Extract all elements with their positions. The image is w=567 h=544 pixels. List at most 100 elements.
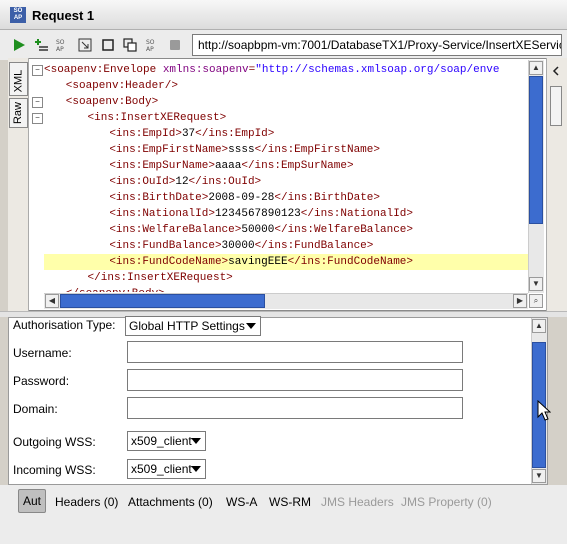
fold-toggle-icon[interactable]: − [32,97,43,108]
svg-text:AP: AP [56,46,64,53]
domain-field[interactable] [127,397,463,419]
fold-toggle-icon[interactable]: − [32,65,43,76]
authorisation-type-label: Authorisation Type: [13,318,116,332]
tab-headers[interactable]: Headers (0) [55,493,118,511]
outgoing-wss-label: Outgoing WSS: [13,435,96,449]
code-line[interactable]: <ins:BirthDate>2008-09-28</ins:BirthDate… [44,190,528,206]
scroll-up-icon[interactable]: ▲ [532,319,546,333]
code-token: <ins:NationalId> [109,208,215,220]
soap-logo-icon: SO AP [10,7,26,23]
xml-code-area[interactable]: <soapenv:Envelope xmlns:soapenv="http://… [44,60,528,292]
authorisation-type-select[interactable]: Global HTTP Settings [125,316,261,336]
chevron-down-icon [191,438,201,444]
code-token: 12 [175,176,189,188]
collapse-arrow-icon[interactable] [549,64,563,78]
code-line[interactable]: <ins:EmpFirstName>ssss</ins:EmpFirstName… [44,142,528,158]
code-token: 30000 [221,240,255,252]
editor-vertical-scroll-thumb[interactable] [529,76,543,224]
tab-jms-headers[interactable]: JMS Headers [321,493,394,511]
scroll-right-icon[interactable]: ▶ [513,294,527,308]
code-line[interactable]: <ins:EmpId>37</ins:EmpId> [44,126,528,142]
code-token: </soapenv:Body> [66,288,165,292]
code-token: </ins:OuId> [188,176,262,188]
code-token: aaaa [214,160,242,172]
zoom-icon[interactable]: ⌕ [529,294,543,308]
code-token: <ins:EmpId> [109,128,182,140]
code-line[interactable]: <ins:NationalId>1234567890123</ins:Natio… [44,206,528,222]
code-token: "http://schemas.xmlsoap.org/soap/enve [255,64,500,76]
tab-raw[interactable]: Raw [9,98,28,128]
scroll-left-icon[interactable]: ◀ [45,294,59,308]
endpoint-url-field[interactable]: http://soapbpm-vm:7001/DatabaseTX1/Proxy… [192,34,562,56]
tab-ws-rm[interactable]: WS-RM [269,493,311,511]
username-field[interactable] [127,341,463,363]
code-line[interactable]: <soapenv:Header/> [44,78,528,94]
tab-ws-a[interactable]: WS-A [226,493,257,511]
code-line[interactable]: <ins:InsertXERequest> [44,110,528,126]
code-line[interactable]: <ins:OuId>12</ins:OuId> [44,174,528,190]
code-line[interactable]: <soapenv:Body> [44,94,528,110]
code-token: </ins:FundCodeName> [287,256,413,268]
code-token: </ins:EmpId> [195,128,275,140]
code-line[interactable]: <ins:FundCodeName>savingEEE</ins:FundCod… [44,254,528,270]
code-token: ssss [228,144,255,156]
soap-icon[interactable]: SOAP [55,37,71,53]
mouse-cursor-icon [537,400,551,421]
code-line[interactable]: <ins:WelfareBalance>50000</ins:WelfareBa… [44,222,528,238]
tab-auth[interactable]: Aut [18,489,46,513]
tab-jms-property[interactable]: JMS Property (0) [401,493,492,511]
code-token: </ins:InsertXERequest> [87,272,233,284]
editor-horizontal-scroll-thumb[interactable] [60,294,265,308]
incoming-wss-select[interactable]: x509_client [127,459,206,479]
code-token: <ins:FundBalance> [109,240,222,252]
side-tab[interactable] [550,86,562,126]
code-line[interactable]: </ins:InsertXERequest> [44,270,528,286]
code-line[interactable]: </soapenv:Body> [44,286,528,292]
code-line[interactable]: <ins:EmpSurName>aaaa</ins:EmpSurName> [44,158,528,174]
outgoing-wss-select[interactable]: x509_client [127,431,206,451]
chevron-down-icon [246,323,256,329]
code-token: <ins:InsertXERequest> [87,112,227,124]
code-token: xmlns:soapenv [162,64,249,76]
username-label: Username: [13,346,72,360]
scroll-up-icon[interactable]: ▲ [529,61,543,75]
code-token: <ins:WelfareBalance> [109,224,242,236]
code-line[interactable]: <ins:FundBalance>30000</ins:FundBalance> [44,238,528,254]
code-token: <ins:EmpFirstName> [109,144,229,156]
export-icon[interactable] [77,37,93,53]
stop-icon[interactable] [167,37,183,53]
tab-attachments[interactable]: Attachments (0) [128,493,213,511]
fold-toggle-icon[interactable]: − [32,113,43,124]
code-token: <soapenv:Header/> [65,80,178,92]
square-icon[interactable] [100,37,116,53]
code-token: <ins:BirthDate> [109,192,209,204]
scroll-down-icon[interactable]: ▼ [529,277,543,291]
copy-icon[interactable] [122,37,138,53]
code-token: savingEEE [228,256,288,268]
add-assertion-icon[interactable] [33,37,49,53]
code-line[interactable]: <soapenv:Envelope xmlns:soapenv="http://… [44,62,528,78]
code-token: 37 [181,128,196,140]
window-title: Request 1 [32,8,95,23]
code-token: </ins:EmpFirstName> [254,144,380,156]
code-token: </ins:NationalId> [300,208,413,220]
code-token: 50000 [241,224,275,236]
code-token: </ins:WelfareBalance> [274,224,413,236]
play-icon[interactable] [11,37,27,53]
code-token: <ins:EmpSurName> [109,160,215,172]
tab-xml[interactable]: XML [9,62,28,96]
code-token: 1234567890123 [214,208,301,220]
domain-label: Domain: [13,402,58,416]
code-token: </ins:BirthDate> [274,192,380,204]
password-label: Password: [13,374,70,388]
code-token: <soapenv:Body> [65,96,159,108]
soap-ws-icon[interactable]: SOAP [145,37,161,53]
scroll-down-icon[interactable]: ▼ [532,469,546,483]
password-field[interactable] [127,369,463,391]
svg-text:AP: AP [146,46,154,53]
code-token: 2008-09-28 [208,192,275,204]
line-gutter [29,60,43,292]
chevron-down-icon [191,466,201,472]
incoming-wss-label: Incoming WSS: [13,463,96,477]
code-token: </ins:FundBalance> [254,240,374,252]
